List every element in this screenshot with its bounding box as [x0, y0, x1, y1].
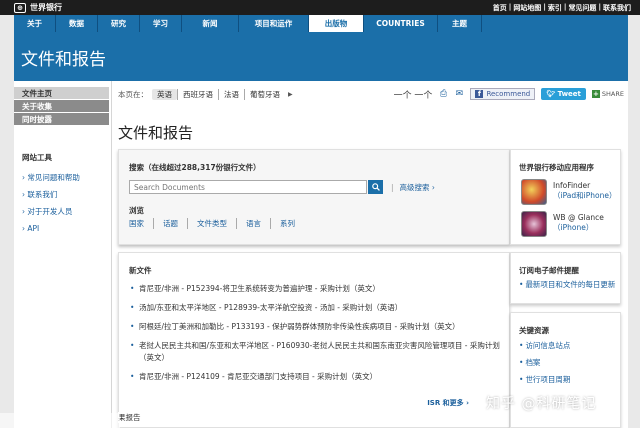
- new-documents-list: • 肯尼亚/非洲 - P152394-将卫生系统转变为普遍护理 - 采购计划（英文…: [129, 283, 501, 390]
- facebook-recommend-button[interactable]: f Recommend: [470, 88, 536, 100]
- subscribe-heading: 订阅电子邮件提醒: [519, 266, 579, 275]
- banner-title: 文件和报告: [21, 50, 106, 70]
- more-documents-link[interactable]: ISR 和更多 ›: [427, 398, 469, 408]
- subscribe-link[interactable]: • 最新项目和文件的每日更新: [519, 280, 619, 290]
- facebook-icon: f: [475, 90, 484, 98]
- list-item[interactable]: • 肯尼亚/非洲 - P152394-将卫生系统转变为普遍护理 - 采购计划（英文…: [129, 283, 501, 295]
- toplink-index[interactable]: 索引: [547, 3, 563, 13]
- toplink-faq[interactable]: 常见问题: [567, 3, 597, 13]
- new-documents-heading: 新文件: [129, 266, 152, 275]
- site-tools-heading: 网站工具: [22, 153, 52, 162]
- nav-learning[interactable]: 学习: [140, 15, 182, 32]
- browse-label: 浏览: [129, 206, 144, 215]
- lang-portuguese[interactable]: 葡萄牙语: [244, 88, 285, 100]
- app-wb-glance[interactable]: WB @ Glance （iPhone）: [521, 211, 621, 241]
- search-input[interactable]: [129, 180, 367, 194]
- world-bank-logo[interactable]: ⊕ 世界银行: [14, 2, 62, 13]
- sidebar-tab-home[interactable]: 文件主页: [14, 87, 109, 100]
- sidebar-divider: [111, 81, 112, 428]
- site-tool-contact[interactable]: › 联系我们: [14, 188, 109, 205]
- browse-links: 国家 话题 文件类型 语言 系列: [129, 218, 304, 229]
- language-label: 本页在：: [118, 89, 148, 99]
- globe-icon: ⊕: [14, 2, 26, 13]
- search-heading: 搜索（在线超过288,317份银行文件）: [129, 163, 261, 172]
- app-name: WB @ Glance: [553, 213, 604, 222]
- nav-publications[interactable]: 出版物: [309, 15, 364, 32]
- sidebar-tab-collection[interactable]: 关于收集: [14, 100, 109, 113]
- text-size-control[interactable]: 一个 一个: [394, 88, 433, 101]
- subscribe-panel: 订阅电子邮件提醒 • 最新项目和文件的每日更新: [510, 252, 621, 304]
- nav-topics[interactable]: 主题: [438, 15, 482, 32]
- key-resources-heading: 关键资源: [519, 326, 549, 335]
- bottom-overlay: [0, 413, 120, 428]
- top-bar: ⊕ 世界银行 首页 | 网站地图 | 索引 | 常见问题 | 联系我们: [0, 0, 640, 15]
- advanced-search-link[interactable]: | 高级搜索 ›: [391, 182, 435, 193]
- nav-about[interactable]: 关于: [14, 15, 56, 32]
- browse-doctype[interactable]: 文件类型: [187, 218, 236, 229]
- infofinder-app-icon: [521, 179, 547, 205]
- lang-french[interactable]: 法语: [218, 88, 244, 100]
- nav-projects[interactable]: 项目和运作: [239, 15, 309, 32]
- lang-spanish[interactable]: 西班牙语: [177, 88, 218, 100]
- app-name: InfoFinder: [553, 181, 591, 190]
- list-item[interactable]: • 老挝人民民主共和国/东亚和太平洋地区 - P160930-老挝人民民主共和国东…: [129, 340, 501, 364]
- print-icon[interactable]: ⎙: [438, 89, 448, 99]
- browse-country[interactable]: 国家: [129, 218, 153, 229]
- nav-research[interactable]: 研究: [98, 15, 140, 32]
- browse-language[interactable]: 语言: [236, 218, 270, 229]
- app-platform: （iPhone）: [553, 223, 594, 232]
- nav-news[interactable]: 新闻: [182, 15, 239, 32]
- nav-data[interactable]: 数据: [56, 15, 98, 32]
- app-infofinder[interactable]: InfoFinder （iPad和iPhone）: [521, 179, 621, 209]
- wb-glance-app-icon: [521, 211, 547, 237]
- lang-english[interactable]: 英语: [152, 88, 177, 100]
- watermark: 知乎 @科研笔记: [486, 396, 597, 412]
- browse-topic[interactable]: 话题: [153, 218, 187, 229]
- sidebar-tab-disclosure[interactable]: 同时披露: [14, 113, 109, 126]
- list-item[interactable]: • 阿根廷/拉丁美洲和加勒比 - P133193 - 保护弱势群体预防非传染性疾病…: [129, 321, 501, 333]
- app-platform: （iPad和iPhone）: [553, 191, 617, 200]
- toplink-sitemap[interactable]: 网站地图: [512, 3, 542, 13]
- mobile-apps-heading: 世界银行移动应用程序: [519, 163, 594, 172]
- toplink-contact[interactable]: 联系我们: [602, 3, 632, 13]
- site-tool-api[interactable]: › API: [14, 222, 109, 239]
- site-tools-list: › 常见问题和帮助 › 联系我们 › 对于开发人员 › API: [14, 171, 109, 239]
- resource-archives[interactable]: • 档案: [519, 358, 619, 368]
- resource-access-info[interactable]: • 访问信息站点: [519, 341, 619, 351]
- browse-series[interactable]: 系列: [270, 218, 304, 229]
- plus-icon: +: [591, 90, 600, 98]
- search-icon: [371, 183, 380, 191]
- mobile-apps-panel: 世界银行移动应用程序 InfoFinder （iPad和iPhone） WB @…: [510, 149, 621, 245]
- page-body: 文件主页 关于收集 同时披露 网站工具 › 常见问题和帮助 › 联系我们 › 对…: [14, 81, 628, 428]
- page-toolbar: 本页在： 英语 西班牙语 法语 葡萄牙语 ▶ 一个 一个 ⎙ ✉ f Recom…: [118, 87, 624, 101]
- new-documents-panel: 新文件 • 肯尼亚/非洲 - P152394-将卫生系统转变为普遍护理 - 采购计…: [118, 252, 510, 428]
- truncated-heading: 果报告: [118, 412, 145, 423]
- list-item[interactable]: • 汤加/东亚和太平洋地区 - P128939-太平洋航空投资 - 汤加 - 采购…: [129, 302, 501, 314]
- email-icon[interactable]: ✉: [454, 89, 464, 99]
- toplink-home[interactable]: 首页: [492, 3, 508, 13]
- site-tool-faq[interactable]: › 常见问题和帮助: [14, 171, 109, 188]
- tweet-button[interactable]: 🐦︎ Tweet: [541, 88, 586, 100]
- site-tool-developers[interactable]: › 对于开发人员: [14, 205, 109, 222]
- top-links: 首页 | 网站地图 | 索引 | 常见问题 | 联系我们: [492, 3, 632, 13]
- logo-text: 世界银行: [30, 3, 62, 12]
- language-bar: 本页在： 英语 西班牙语 法语 葡萄牙语 ▶: [118, 88, 293, 100]
- main-nav: 关于 数据 研究 学习 新闻 项目和运作 出版物 COUNTRIES 主题: [14, 15, 628, 32]
- list-item[interactable]: • 肯尼亚/非洲 - P124109 - 肯尼亚交通部门支持项目 - 采购计划（英…: [129, 371, 501, 383]
- twitter-icon: 🐦︎: [546, 90, 556, 98]
- search-button[interactable]: [368, 180, 383, 194]
- share-button[interactable]: + SHARE: [591, 90, 624, 98]
- nav-countries[interactable]: COUNTRIES: [364, 15, 438, 32]
- chevron-right-icon[interactable]: ▶: [288, 91, 293, 98]
- banner: 文件和报告: [14, 32, 628, 81]
- resource-project-cycle[interactable]: • 世行项目周期: [519, 375, 619, 385]
- sidebar: 文件主页 关于收集 同时披露 网站工具 › 常见问题和帮助 › 联系我们 › 对…: [14, 87, 109, 239]
- page-title: 文件和报告: [118, 124, 194, 142]
- share-tools: 一个 一个 ⎙ ✉ f Recommend 🐦︎ Tweet + SHARE: [394, 87, 624, 101]
- search-panel: 搜索（在线超过288,317份银行文件） |高级搜索 › 浏览 国家 话题 文件…: [118, 149, 510, 245]
